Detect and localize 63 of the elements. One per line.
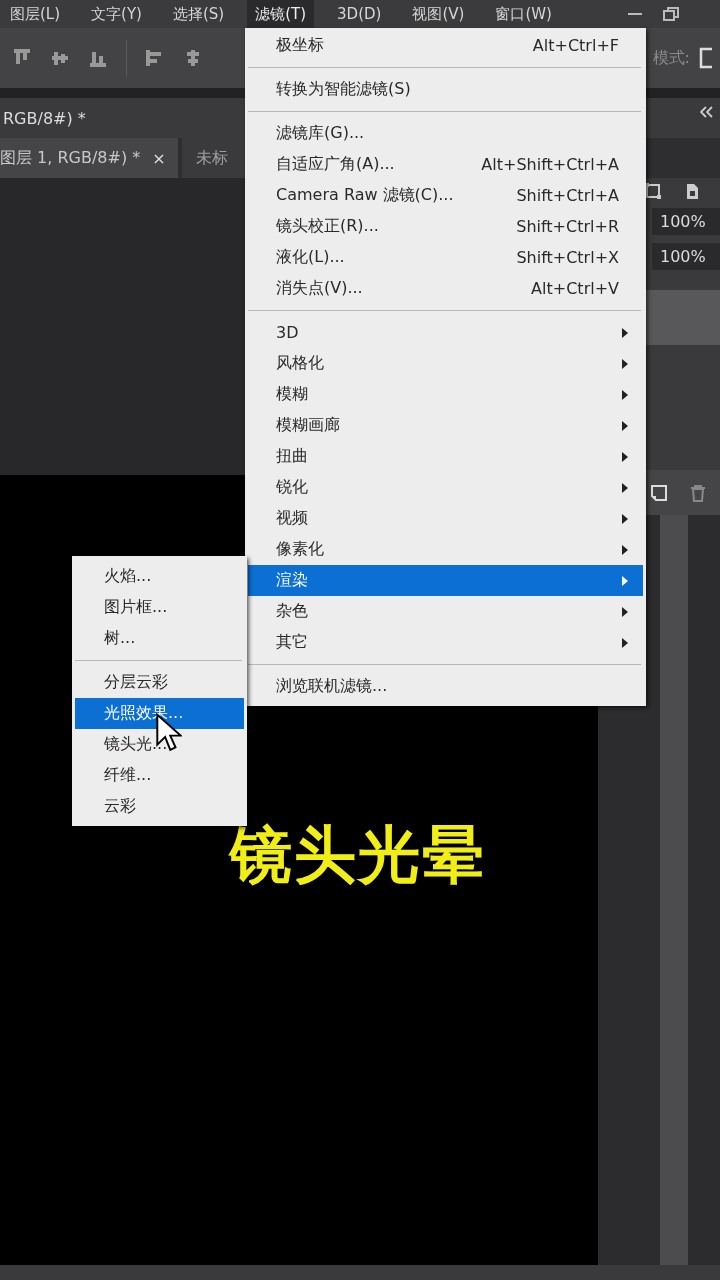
submenu-arrow-icon <box>621 512 629 525</box>
menu-item[interactable]: 3D(D) <box>329 0 390 28</box>
submenu-arrow-icon <box>621 636 629 649</box>
frame-icon[interactable] <box>698 47 714 69</box>
submenu-arrow-icon <box>621 357 629 370</box>
menu-item[interactable]: 文字(Y) <box>83 0 150 28</box>
menu-item[interactable]: 杂色 <box>248 596 643 627</box>
menu-item[interactable]: 浏览联机滤镜... <box>248 671 643 702</box>
menu-item[interactable]: 视频 <box>248 503 643 534</box>
menu-item[interactable]: 风格化 <box>248 348 643 379</box>
transform-icon[interactable] <box>644 182 662 200</box>
menu-item[interactable]: 滤镜库(G)... <box>248 118 643 149</box>
menu-item[interactable]: 自适应广角(A)... Alt+Shift+Ctrl+A <box>248 149 643 180</box>
submenu-arrow-icon <box>621 450 629 463</box>
shortcut-text: Shift+Ctrl+A <box>516 186 620 205</box>
menu-item[interactable]: 锐化 <box>248 472 643 503</box>
shortcut-text: Alt+Ctrl+F <box>532 36 620 55</box>
submenu-item[interactable]: 镜头光... <box>75 729 244 760</box>
menu-item[interactable]: 消失点(V)... Alt+Ctrl+V <box>248 273 643 304</box>
submenu-item[interactable]: 图片框... <box>75 592 244 623</box>
shortcut-text: Shift+Ctrl+R <box>516 217 620 236</box>
submenu-arrow-icon <box>621 574 629 587</box>
submenu-arrow-icon <box>621 326 629 339</box>
menu-item[interactable]: 滤镜(T) <box>247 0 315 28</box>
submenu-item[interactable]: 火焰... <box>75 561 244 592</box>
menu-item[interactable]: 窗口(W) <box>487 0 560 28</box>
submenu-arrow-icon <box>621 543 629 556</box>
percent-field[interactable]: 100% <box>652 243 720 270</box>
document-title: RGB/8#) * <box>3 108 86 128</box>
menu-item[interactable]: 镜头校正(R)... Shift+Ctrl+R <box>248 211 643 242</box>
shortcut-text: Alt+Ctrl+V <box>531 279 620 298</box>
new-layer-icon[interactable] <box>650 483 668 502</box>
menu-item[interactable]: 转换为智能滤镜(S) <box>248 74 643 105</box>
restore-icon[interactable] <box>662 6 680 22</box>
menu-item[interactable]: 选择(S) <box>164 0 233 28</box>
menu-item[interactable]: 像素化 <box>248 534 643 565</box>
menu-item[interactable]: 扭曲 <box>248 441 643 472</box>
submenu-arrow-icon <box>621 605 629 618</box>
document-tab[interactable]: 图层 1, RGB/8#) * × <box>0 138 178 178</box>
collapse-icon[interactable] <box>700 106 714 118</box>
lock-icon[interactable] <box>684 182 700 200</box>
menu-item[interactable]: 模糊画廊 <box>248 410 643 441</box>
submenu-item[interactable]: 纤维... <box>75 760 244 791</box>
submenu-item[interactable]: 分层云彩 <box>75 667 244 698</box>
mode-label: 模式: <box>652 47 690 69</box>
shortcut-text: Shift+Ctrl+X <box>516 248 620 267</box>
trash-icon[interactable] <box>690 483 706 502</box>
menu-item[interactable]: 图层(L) <box>2 0 69 28</box>
menu-item[interactable]: 极坐标 Alt+Ctrl+F <box>248 30 643 61</box>
menu-item[interactable]: 视图(V) <box>404 0 473 28</box>
percent-field[interactable]: 100% <box>652 208 720 235</box>
submenu-arrow-icon <box>621 419 629 432</box>
shortcut-text: Alt+Shift+Ctrl+A <box>481 155 620 174</box>
close-button[interactable]: × <box>152 148 166 168</box>
menu-item[interactable]: 液化(L)... Shift+Ctrl+X <box>248 242 643 273</box>
menu-item[interactable]: Camera Raw 滤镜(C)... Shift+Ctrl+A <box>248 180 643 211</box>
menu-item[interactable]: 其它 <box>248 627 643 658</box>
submenu-item[interactable]: 树... <box>75 623 244 654</box>
submenu-arrow-icon <box>621 481 629 494</box>
menu-item[interactable]: 模糊 <box>248 379 643 410</box>
menu-item[interactable]: 渲染 <box>248 565 643 596</box>
submenu-arrow-icon <box>621 388 629 401</box>
menu-item[interactable]: 3D <box>248 317 643 348</box>
